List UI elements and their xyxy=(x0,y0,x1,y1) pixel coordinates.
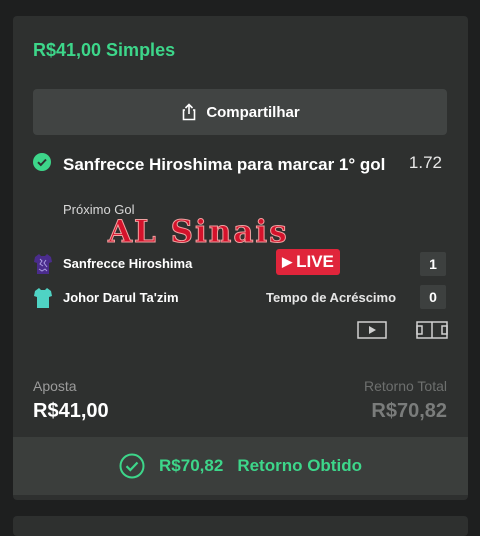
footer-return-text: Retorno Obtido xyxy=(237,456,362,475)
share-icon xyxy=(183,103,196,121)
live-label: LIVE xyxy=(296,252,334,271)
home-score: 1 xyxy=(420,252,446,276)
stake-value: R$41,00 xyxy=(33,400,109,422)
match-period: Tempo de Acréscimo xyxy=(266,290,397,305)
teal-shirt-icon xyxy=(34,288,52,308)
live-badge: ▶ LIVE xyxy=(276,249,340,275)
purple-shirt-icon xyxy=(34,254,52,274)
check-circle-icon xyxy=(33,153,51,171)
pitch-icon[interactable] xyxy=(416,320,448,340)
next-card-edge xyxy=(13,516,468,536)
away-score: 0 xyxy=(420,285,446,309)
stake-label: Aposta xyxy=(33,378,77,394)
share-button[interactable]: Compartilhar xyxy=(33,89,447,135)
total-return-label: Retorno Total xyxy=(363,378,447,394)
return-footer: R$70,82 Retorno Obtido xyxy=(13,437,468,495)
bet-card: R$41,00 Simples Compartilhar Sanfrecce H… xyxy=(13,16,468,500)
footer-return-amount: R$70,82 xyxy=(159,456,224,475)
previous-card-edge xyxy=(0,0,480,4)
video-play-icon[interactable] xyxy=(357,320,387,340)
total-return-value: R$70,82 xyxy=(371,400,447,422)
play-icon: ▶ xyxy=(282,254,293,269)
away-team-name: Johor Darul Ta'zim xyxy=(63,290,179,305)
selection-title: Sanfrecce Hiroshima para marcar 1° gol xyxy=(63,155,386,174)
watermark-text: AL Sinais xyxy=(108,214,289,251)
share-label: Compartilhar xyxy=(206,103,300,121)
check-circle-outline-icon xyxy=(119,453,145,479)
home-team-row: Sanfrecce Hiroshima xyxy=(33,252,447,276)
home-team-name: Sanfrecce Hiroshima xyxy=(63,256,193,271)
odds-value: 1.72 xyxy=(408,153,442,172)
bet-title: R$41,00 Simples xyxy=(33,40,176,60)
